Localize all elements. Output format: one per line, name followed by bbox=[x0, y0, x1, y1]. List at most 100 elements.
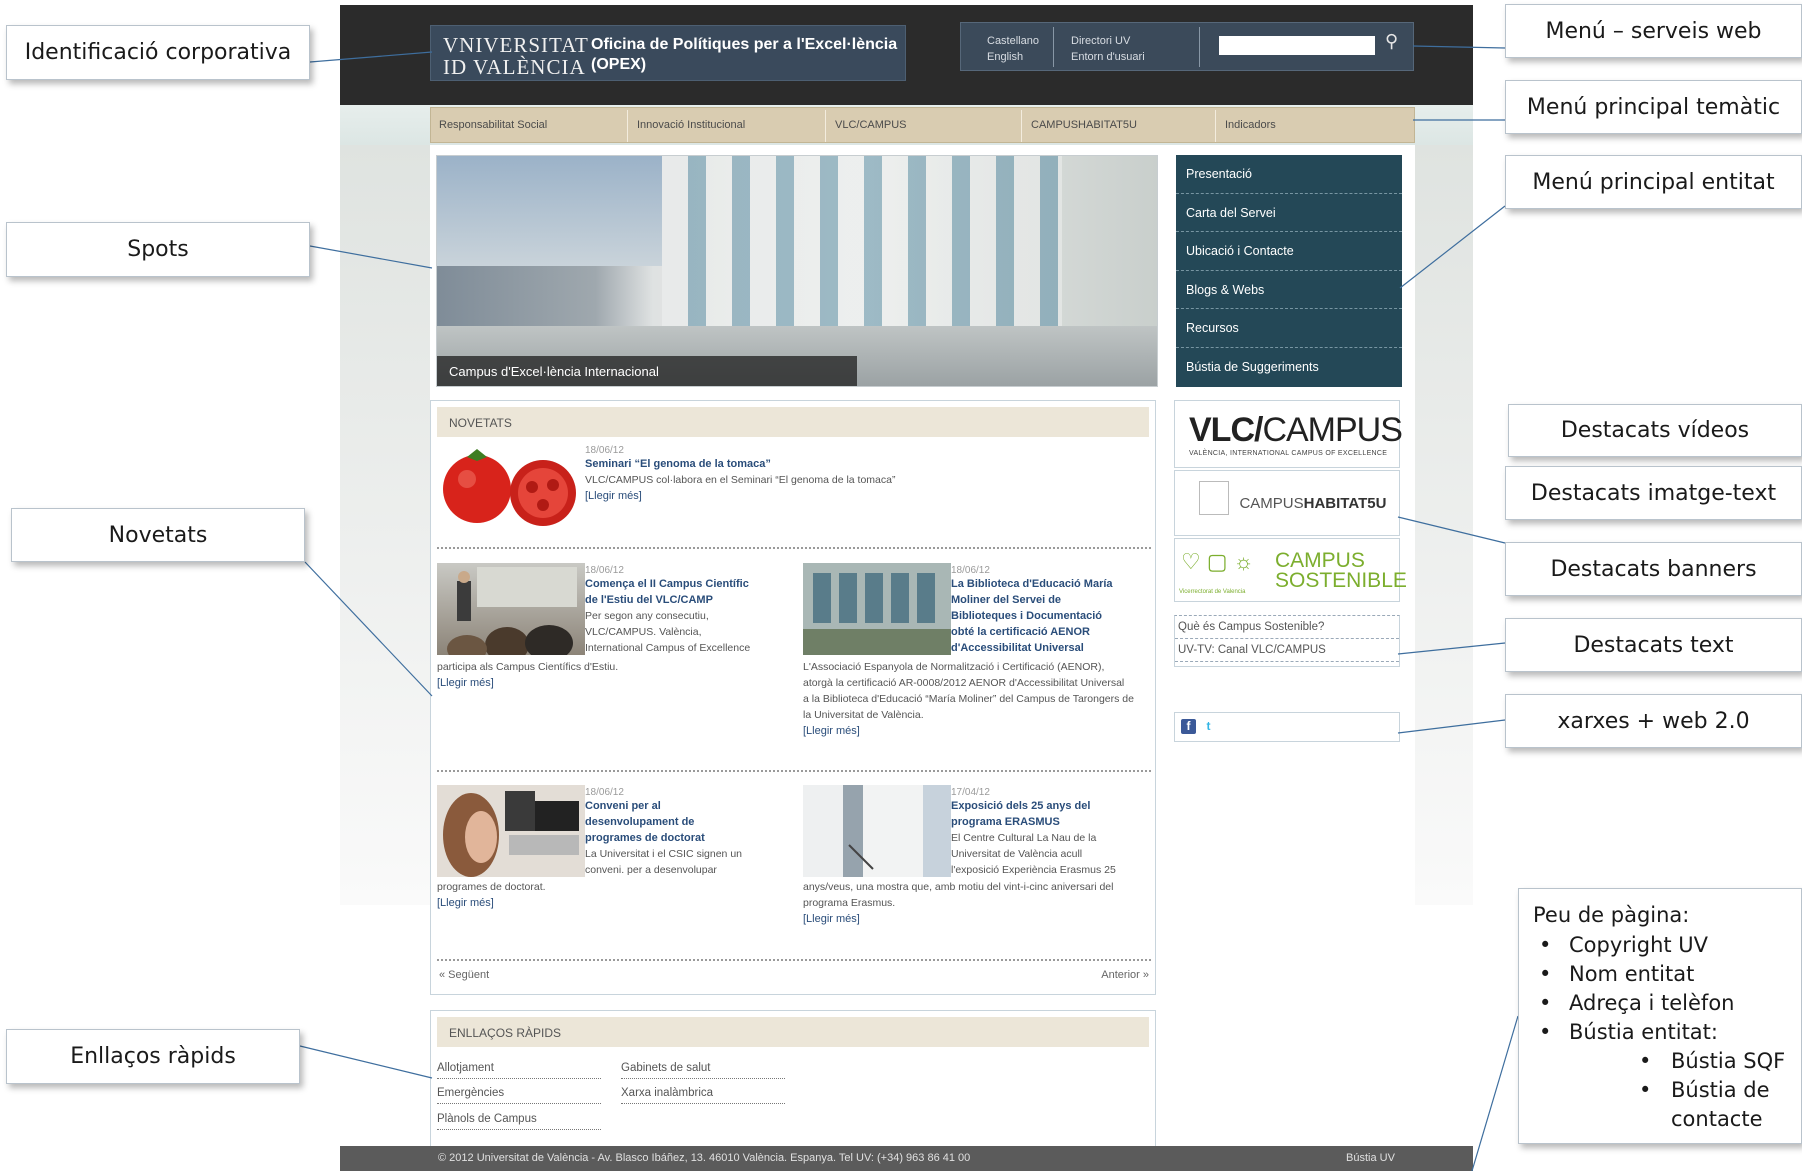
read-more-link[interactable]: [Llegir més] bbox=[437, 675, 747, 691]
text-link-uv-tv[interactable]: UV-TV: Canal VLC/CAMPUS bbox=[1175, 639, 1399, 662]
nav-item-campushabitat5u[interactable]: CAMPUSHABITAT5U bbox=[1031, 119, 1137, 131]
entity-menu-item-presentation[interactable]: Presentació bbox=[1176, 155, 1402, 194]
quick-links-panel: ENLLAÇOS RÀPIDS Allotjament Emergències … bbox=[430, 1010, 1156, 1146]
website-mockup: VNIVERSITAT ID VALÈNCIA Oficina de Polít… bbox=[340, 5, 1473, 1171]
search-input[interactable] bbox=[1219, 36, 1375, 55]
news-title[interactable]: de l'Estiu del VLC/CAMP bbox=[585, 592, 755, 608]
news-title[interactable]: Exposició dels 25 anys del bbox=[951, 798, 1151, 814]
nav-item-vlc-campus[interactable]: VLC/CAMPUS bbox=[835, 119, 907, 131]
news-item-4-tail: programes de doctorat. [Llegir més] bbox=[437, 879, 747, 911]
nav-item-institutional-innovation[interactable]: Innovació Institucional bbox=[637, 119, 745, 131]
hab-logo-part: CAMPUS bbox=[1239, 495, 1304, 513]
quick-link-emergencies[interactable]: Emergències bbox=[437, 1084, 601, 1104]
news-title[interactable]: Biblioteques i Documentació bbox=[951, 608, 1151, 624]
news-summary: Per segon any consecutiu, bbox=[585, 610, 709, 622]
divider bbox=[437, 547, 1151, 549]
site-header: VNIVERSITAT ID VALÈNCIA Oficina de Polít… bbox=[340, 5, 1473, 105]
news-title[interactable]: desenvolupament de bbox=[585, 814, 775, 830]
news-summary: la Universitat de València. bbox=[803, 709, 924, 721]
news-summary: a la Biblioteca d'Educació “María Moline… bbox=[803, 693, 1134, 705]
search-icon[interactable]: ⚲ bbox=[1385, 31, 1398, 52]
quick-link-campus-maps[interactable]: Plànols de Campus bbox=[437, 1110, 601, 1130]
leader-footer bbox=[1471, 1015, 1519, 1171]
spot-banner[interactable]: Campus d'Excel·lència Internacional bbox=[436, 155, 1158, 387]
news-title[interactable]: programes de doctorat bbox=[585, 830, 775, 846]
vlc-logo-part: VLC/ bbox=[1189, 411, 1263, 449]
tomato-thumbnail[interactable] bbox=[437, 443, 585, 535]
callout-footer-title: Peu de pàgina: bbox=[1533, 903, 1690, 927]
campushabitat-image-text-highlight[interactable]: CAMPUSHABITAT5U bbox=[1174, 470, 1400, 536]
news-item-4: 18/06/12 Conveni per al desenvolupament … bbox=[585, 787, 775, 878]
news-title[interactable]: obté la certificació AENOR bbox=[951, 624, 1151, 640]
footer-mailbox-link[interactable]: Bústia UV bbox=[1346, 1152, 1395, 1164]
callout-social: xarxes + web 2.0 bbox=[1505, 694, 1802, 748]
callout-footer-subitem: contacte bbox=[1671, 1107, 1763, 1131]
news-title[interactable]: Moliner del Servei de bbox=[951, 592, 1151, 608]
vlc-campus-logo: VLC/CAMPUS bbox=[1189, 411, 1403, 450]
library-thumbnail[interactable] bbox=[803, 563, 951, 655]
callout-footer: Peu de pàgina: Copyright UV Nom entitat … bbox=[1518, 888, 1802, 1144]
quick-link-accommodation[interactable]: Allotjament bbox=[437, 1059, 601, 1079]
twitter-icon[interactable]: t bbox=[1201, 719, 1216, 734]
sost-logo-line: CAMPUS bbox=[1275, 549, 1365, 572]
classroom-thumbnail[interactable] bbox=[437, 563, 585, 663]
vlc-campus-video-highlight[interactable]: VLC/CAMPUS VALÈNCIA, INTERNATIONAL CAMPU… bbox=[1174, 400, 1403, 468]
news-title[interactable]: Comença el II Campus Científic bbox=[585, 576, 755, 592]
campus-sostenible-banner[interactable]: ♡▢☼ CAMPUS SOSTENIBLE Vicerrectorat de V… bbox=[1174, 538, 1407, 602]
news-summary: VLC/CAMPUS col·labora en el Seminari “El… bbox=[585, 474, 896, 486]
quick-link-wireless-network[interactable]: Xarxa inalàmbrica bbox=[621, 1084, 785, 1104]
read-more-link[interactable]: [Llegir més] bbox=[585, 488, 1145, 504]
directory-link[interactable]: Directori UV bbox=[1071, 33, 1145, 49]
lang-english-link[interactable]: English bbox=[987, 49, 1039, 65]
news-item-5: 17/04/12 Exposició dels 25 anys del prog… bbox=[951, 787, 1151, 878]
user-environment-link[interactable]: Entorn d'usuari bbox=[1071, 49, 1145, 65]
vlc-logo-part: CAMPUS bbox=[1262, 411, 1402, 449]
logo-line-2: ID VALÈNCIA bbox=[443, 55, 586, 79]
news-summary: atorgà la certificació AR-0008/2012 AENO… bbox=[803, 677, 1125, 689]
campushabitat-logo: CAMPUSHABITAT5U bbox=[1239, 495, 1386, 512]
university-logo: VNIVERSITAT ID VALÈNCIA bbox=[443, 34, 589, 78]
news-summary: conveni. per a desenvolupar bbox=[585, 864, 717, 876]
callout-quick-links: Enllaços ràpids bbox=[6, 1029, 300, 1084]
callout-news: Novetats bbox=[11, 508, 305, 562]
read-more-link[interactable]: [Llegir més] bbox=[803, 723, 1153, 739]
news-summary: International Campus of Excellence bbox=[585, 642, 751, 654]
divider bbox=[1021, 110, 1022, 142]
entity-menu-item-blogs-webs[interactable]: Blogs & Webs bbox=[1176, 271, 1402, 309]
erasmus-thumbnail[interactable] bbox=[803, 785, 951, 877]
entity-menu-item-resources[interactable]: Recursos bbox=[1176, 309, 1402, 348]
read-more-link[interactable]: [Llegir més] bbox=[803, 911, 1153, 927]
side-background-left bbox=[340, 145, 430, 905]
callout-footer-item: Copyright UV bbox=[1533, 931, 1801, 960]
news-title[interactable]: d'Accessibilitat Universal bbox=[951, 640, 1151, 656]
nav-item-indicators[interactable]: Indicadors bbox=[1225, 119, 1276, 131]
news-summary: programa Erasmus. bbox=[803, 897, 896, 909]
news-summary: La Universitat i el CSIC signen un bbox=[585, 848, 742, 860]
habitat-logo-icon bbox=[1199, 481, 1229, 515]
divider bbox=[437, 770, 1151, 772]
news-date: 18/06/12 bbox=[585, 445, 624, 456]
entity-menu-item-suggestions[interactable]: Bústia de Suggeriments bbox=[1176, 348, 1402, 387]
corporate-identity[interactable]: VNIVERSITAT ID VALÈNCIA Oficina de Polít… bbox=[430, 25, 906, 81]
pager-previous-link[interactable]: Anterior » bbox=[1101, 969, 1149, 981]
read-more-link[interactable]: [Llegir més] bbox=[437, 895, 747, 911]
news-title[interactable]: Conveni per al bbox=[585, 798, 775, 814]
lang-castellano-link[interactable]: Castellano bbox=[987, 33, 1039, 49]
microscope-thumbnail[interactable] bbox=[437, 785, 585, 877]
news-title[interactable]: programa ERASMUS bbox=[951, 814, 1151, 830]
news-title[interactable]: Seminari “El genoma de la tomaca” bbox=[585, 456, 1145, 472]
sustainability-icons: ♡▢☼ bbox=[1181, 549, 1260, 574]
news-panel: NOVETATS 18/06/12 Seminari “El genoma de… bbox=[430, 400, 1156, 995]
quick-link-health-offices[interactable]: Gabinets de salut bbox=[621, 1059, 785, 1079]
entity-menu-item-location-contact[interactable]: Ubicació i Contacte bbox=[1176, 232, 1402, 271]
nav-item-social-responsibility[interactable]: Responsabilitat Social bbox=[439, 119, 547, 131]
news-title[interactable]: La Biblioteca d'Educació María bbox=[951, 576, 1151, 592]
text-link-campus-sostenible[interactable]: Què és Campus Sostenible? bbox=[1175, 616, 1399, 639]
pager-next-link[interactable]: « Següent bbox=[439, 969, 489, 981]
facebook-icon[interactable]: f bbox=[1181, 719, 1196, 734]
callout-text-highlights: Destacats text bbox=[1505, 618, 1802, 672]
news-heading: NOVETATS bbox=[437, 407, 1149, 437]
entity-menu-item-service-charter[interactable]: Carta del Servei bbox=[1176, 194, 1402, 232]
logo-line-1: VNIVERSITAT bbox=[443, 33, 589, 57]
service-links: Directori UV Entorn d'usuari bbox=[1071, 33, 1145, 65]
